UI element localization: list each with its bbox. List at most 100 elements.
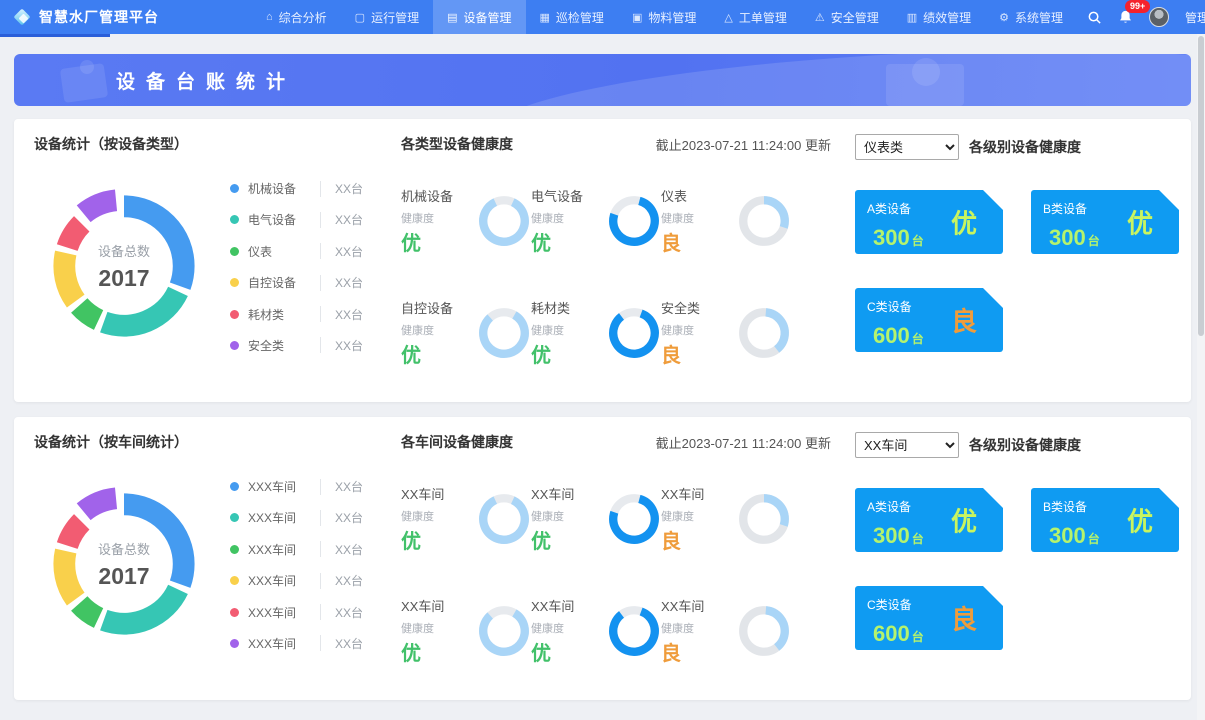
- legend-item[interactable]: 自控设备 XX台: [230, 274, 379, 291]
- health-item-name: XX车间: [531, 596, 593, 615]
- nav-item-label: 运行管理: [371, 9, 419, 26]
- nav-menu-item[interactable]: ▥ 绩效管理: [893, 0, 985, 34]
- legend-dot-icon: [230, 278, 239, 287]
- health-ring-chart: [607, 306, 661, 360]
- legend-label: 机械设备: [248, 180, 310, 197]
- legend-count: XX台: [335, 509, 363, 526]
- brand: 智慧水厂管理平台: [14, 0, 252, 34]
- nav-menu-item[interactable]: ⚙ 系统管理: [985, 0, 1077, 34]
- levels-column: 仪表类 各级别设备健康度 A类设备 300台 优: [855, 134, 1177, 384]
- health-grade: 良: [661, 227, 723, 256]
- health-item: 电气设备 健康度 优: [531, 186, 661, 256]
- health-item-name: XX车间: [661, 596, 723, 615]
- panel-title: 设备统计（按设备类型）: [34, 134, 379, 154]
- legend-item[interactable]: XXX车间 XX台: [230, 509, 379, 526]
- legend-dot-icon: [230, 215, 239, 224]
- search-icon[interactable]: [1087, 10, 1102, 25]
- health-ring-chart: [737, 604, 791, 658]
- nav-menu-item[interactable]: △ 工单管理: [710, 0, 800, 34]
- legend-dot-icon: [230, 247, 239, 256]
- health-item: 仪表 健康度 良: [661, 186, 791, 256]
- legend-item[interactable]: 安全类 XX台: [230, 337, 379, 354]
- health-grade: 优: [531, 339, 593, 368]
- user-name[interactable]: 管理员: [1185, 9, 1205, 26]
- nav-item-icon: ▣: [632, 11, 642, 24]
- health-grade: 优: [531, 227, 593, 256]
- legend-count: XX台: [335, 635, 363, 652]
- health-grid: 机械设备 健康度 优 电气设备 健康度 优: [401, 186, 847, 368]
- level-card: C类设备 600台 良: [855, 586, 1003, 650]
- health-item: XX车间 健康度 优: [401, 596, 531, 666]
- health-grade: 优: [401, 637, 463, 666]
- health-grade: 优: [401, 525, 463, 554]
- nav-progress-indicator: [0, 34, 110, 37]
- logo-icon: [14, 9, 30, 25]
- notification-badge: 99+: [1125, 0, 1150, 13]
- legend-item[interactable]: 机械设备 XX台: [230, 180, 379, 197]
- level-card-grade: 优: [951, 204, 977, 241]
- page-scrollbar[interactable]: [1197, 34, 1205, 720]
- level-card-name: A类设备: [867, 202, 911, 216]
- health-item-name: XX车间: [531, 484, 593, 503]
- banner-wave-decoration: [489, 54, 1191, 106]
- health-metric-label: 健康度: [531, 322, 593, 338]
- nav-menu-item[interactable]: ▤ 设备管理: [433, 0, 525, 34]
- legend-divider: [320, 635, 321, 651]
- legend-item[interactable]: 耗材类 XX台: [230, 306, 379, 323]
- nav-menu-item[interactable]: ⌂ 综合分析: [252, 0, 341, 34]
- level-card-name: B类设备: [1043, 500, 1087, 514]
- nav-menu-item[interactable]: ▦ 巡检管理: [526, 0, 618, 34]
- legend-divider: [320, 541, 321, 557]
- notification-bell-icon[interactable]: 99+: [1118, 9, 1133, 25]
- page-title: 设备台账统计: [116, 67, 296, 94]
- health-item-name: 耗材类: [531, 298, 593, 317]
- legend-count: XX台: [335, 274, 363, 291]
- health-grade: 良: [661, 339, 723, 368]
- legend-count: XX台: [335, 541, 363, 558]
- category-select[interactable]: 仪表类: [855, 134, 959, 160]
- health-item: XX车间 健康度 优: [531, 596, 661, 666]
- category-select[interactable]: XX车间: [855, 432, 959, 458]
- health-item-name: XX车间: [401, 596, 463, 615]
- legend-item[interactable]: XXX车间 XX台: [230, 635, 379, 652]
- legend-label: 安全类: [248, 337, 310, 354]
- legend-item[interactable]: XXX车间 XX台: [230, 572, 379, 589]
- health-grade: 良: [661, 525, 723, 554]
- nav-menu-item[interactable]: ⚠ 安全管理: [801, 0, 893, 34]
- page-banner: 设备台账统计: [14, 54, 1191, 106]
- level-card: C类设备 600台 良: [855, 288, 1003, 352]
- nav-menu-item[interactable]: ▢ 运行管理: [341, 0, 433, 34]
- legend-item[interactable]: 仪表 XX台: [230, 243, 379, 260]
- health-ring-chart: [737, 194, 791, 248]
- health-metric-label: 健康度: [531, 508, 593, 524]
- nav-menu-item[interactable]: ▣ 物料管理: [618, 0, 710, 34]
- device-donut-chart: [34, 474, 214, 654]
- legend-count: XX台: [335, 572, 363, 589]
- legend-item[interactable]: XXX车间 XX台: [230, 604, 379, 621]
- legend-item[interactable]: XXX车间 XX台: [230, 541, 379, 558]
- legend-item[interactable]: 电气设备 XX台: [230, 211, 379, 228]
- levels-title: 各级别设备健康度: [969, 137, 1081, 157]
- level-card-grade: 优: [1127, 204, 1153, 241]
- level-card-grade: 优: [951, 502, 977, 539]
- donut-legend: 机械设备 XX台 电气设备 XX台: [230, 180, 379, 354]
- legend-count: XX台: [335, 211, 363, 228]
- health-metric-label: 健康度: [531, 620, 593, 636]
- avatar[interactable]: [1149, 7, 1169, 27]
- level-card-name: B类设备: [1043, 202, 1087, 216]
- nav-item-label: 巡检管理: [556, 9, 604, 26]
- health-ring-chart: [607, 194, 661, 248]
- legend-divider: [320, 212, 321, 228]
- nav-item-icon: ⚙: [999, 11, 1009, 24]
- scrollbar-thumb[interactable]: [1198, 36, 1204, 336]
- health-item-name: 自控设备: [401, 298, 463, 317]
- legend-item[interactable]: XXX车间 XX台: [230, 478, 379, 495]
- donut-column: 设备统计（按设备类型） 设备总数 2017 机械设备 XX: [34, 134, 379, 384]
- health-metric-label: 健康度: [401, 322, 463, 338]
- nav-item-label: 设备管理: [464, 9, 512, 26]
- nav-item-label: 安全管理: [831, 9, 879, 26]
- update-timestamp: 截止2023-07-21 11:24:00 更新: [656, 433, 831, 452]
- health-item: 耗材类 健康度 优: [531, 298, 661, 368]
- legend-divider: [320, 275, 321, 291]
- health-grade: 优: [401, 227, 463, 256]
